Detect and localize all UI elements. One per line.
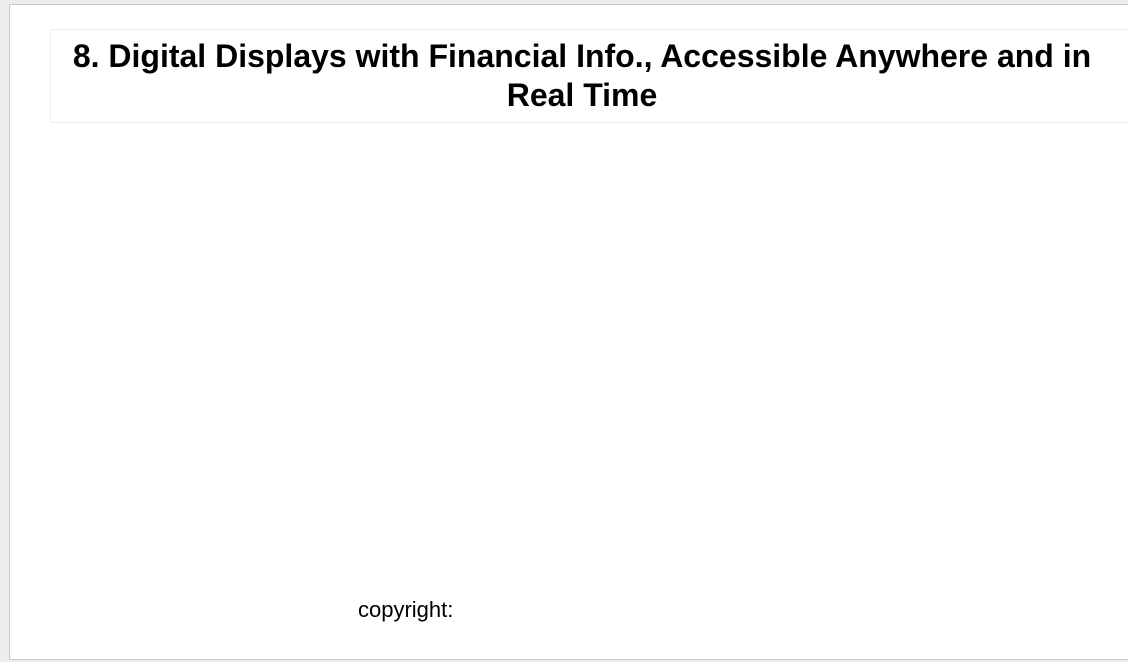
title-placeholder[interactable]: 8. Digital Displays with Financial Info.… [50, 29, 1128, 123]
copyright-text-box[interactable]: copyright: [358, 595, 578, 625]
editor-viewport: 8. Digital Displays with Financial Info.… [0, 0, 1128, 662]
slide-title[interactable]: 8. Digital Displays with Financial Info.… [70, 37, 1128, 115]
slide-canvas[interactable]: 8. Digital Displays with Financial Info.… [9, 4, 1128, 660]
copyright-label[interactable]: copyright: [358, 597, 453, 622]
